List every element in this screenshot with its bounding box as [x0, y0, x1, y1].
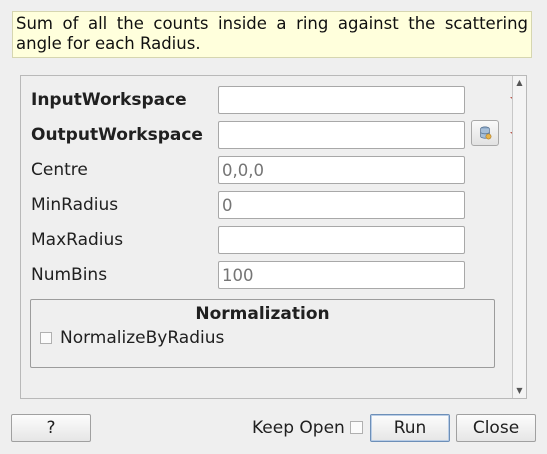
centre-field[interactable] — [218, 156, 465, 184]
normalize-by-radius-checkbox[interactable] — [40, 332, 52, 344]
keep-open-checkbox[interactable] — [350, 421, 363, 434]
algorithm-description: Sum of all the counts inside a ring agai… — [12, 11, 532, 58]
outputworkspace-field[interactable] — [218, 121, 465, 149]
help-button[interactable]: ? — [11, 414, 91, 442]
outputworkspace-label: OutputWorkspace — [31, 125, 203, 145]
minradius-label: MinRadius — [31, 195, 119, 215]
keep-open-label[interactable]: Keep Open — [252, 415, 345, 441]
database-icon — [480, 126, 492, 140]
numbins-label: NumBins — [31, 265, 108, 285]
scroll-up-icon[interactable]: ▲ — [513, 76, 526, 90]
minradius-field[interactable] — [218, 191, 465, 219]
maxradius-label: MaxRadius — [31, 230, 124, 250]
numbins-field[interactable] — [218, 261, 465, 289]
maxradius-field[interactable] — [218, 226, 465, 254]
close-button[interactable]: Close — [456, 414, 536, 442]
workspace-browse-button[interactable] — [471, 120, 499, 146]
run-button[interactable]: Run — [370, 414, 450, 442]
vertical-scrollbar[interactable]: ▲ ▼ — [512, 76, 526, 398]
properties-panel: InputWorkspace OutputWorkspace Centre Mi… — [20, 75, 527, 399]
inputworkspace-field[interactable] — [218, 86, 465, 114]
normalization-group: Normalization NormalizeByRadius — [30, 299, 495, 368]
scroll-down-icon[interactable]: ▼ — [513, 384, 526, 398]
normalization-group-title: Normalization — [195, 304, 330, 324]
inputworkspace-label: InputWorkspace — [31, 90, 187, 110]
normalize-by-radius-label[interactable]: NormalizeByRadius — [60, 328, 224, 348]
centre-label: Centre — [31, 160, 88, 180]
